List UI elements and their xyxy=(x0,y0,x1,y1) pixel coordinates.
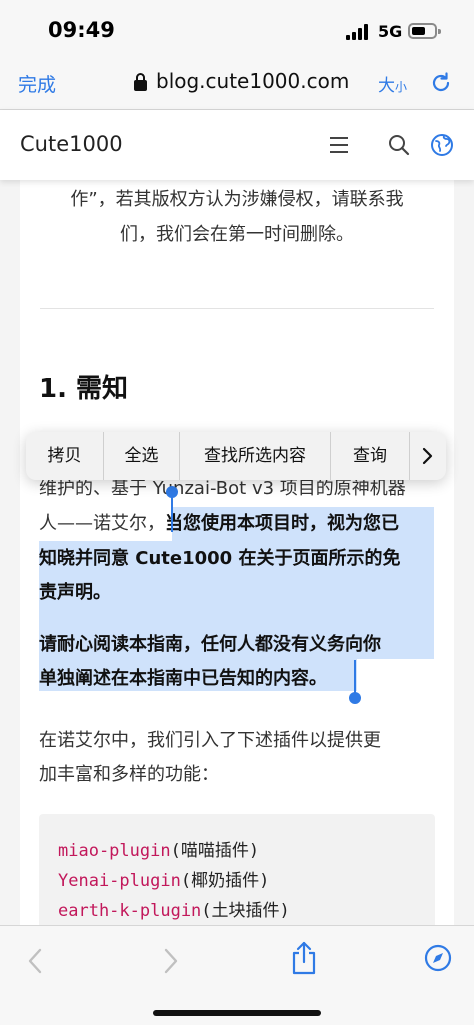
globe-icon[interactable] xyxy=(430,133,454,157)
code-line: Yenai-plugin(椰奶插件) xyxy=(58,866,269,891)
menu-next-chevron-icon[interactable] xyxy=(410,432,446,480)
plugin-desc: (喵喵插件) xyxy=(170,841,260,861)
para1-line3: 知晓并同意 Cute1000 在关于页面所示的免 xyxy=(39,548,401,569)
status-time: 09:49 xyxy=(48,18,115,42)
selection-start-caret xyxy=(171,492,173,532)
back-chevron-icon[interactable] xyxy=(26,948,44,974)
intro-line-1: 作”，若其版权方认为涉嫌侵权，请联系我 xyxy=(70,189,404,210)
site-header: Cute1000 xyxy=(0,110,474,180)
plugin-desc: (土块插件) xyxy=(201,901,290,921)
para2-line2: 单独阐述在本指南中已告知的内容。 xyxy=(39,668,327,689)
article-body: 作”，若其版权方认为涉嫌侵权，请联系我 们，我们会在第一时间删除。 1. 需知 … xyxy=(20,180,454,925)
plugin-desc: (椰奶插件) xyxy=(180,871,270,891)
home-indicator xyxy=(153,1010,321,1016)
network-type: 5G xyxy=(378,22,403,41)
reload-icon[interactable] xyxy=(429,71,453,95)
code-line: earth-k-plugin(土块插件) xyxy=(58,896,290,921)
share-icon[interactable] xyxy=(291,941,317,975)
plugin-name: earth-k-plugin xyxy=(58,901,202,921)
code-line: miao-plugin(喵喵插件) xyxy=(58,836,259,861)
para3-line2: 加丰富和多样的功能： xyxy=(39,764,219,785)
site-brand[interactable]: Cute1000 xyxy=(20,132,123,156)
para1-line2-bold: 当您使用本项目时，视为您已 xyxy=(165,513,399,534)
divider xyxy=(40,308,434,309)
find-selection-menu-item[interactable]: 查找所选内容 xyxy=(180,432,331,480)
para1-line4: 责声明。 xyxy=(39,582,111,603)
para1-line2: 人——诺艾尔，当您使用本项目时，视为您已 xyxy=(39,507,399,541)
text-size-small: 小 xyxy=(395,80,408,94)
plugin-name: Yenai-plugin xyxy=(58,871,181,891)
copy-menu-item[interactable]: 拷贝 xyxy=(26,432,104,480)
select-all-menu-item[interactable]: 全选 xyxy=(104,432,180,480)
battery-icon xyxy=(408,23,441,39)
search-icon[interactable] xyxy=(388,134,410,156)
lookup-menu-item[interactable]: 查询 xyxy=(331,432,410,480)
address-bar: 完成 blog.cute1000.com 大小 xyxy=(0,60,474,110)
status-bar: 09:49 5G xyxy=(0,0,474,60)
text-selection-menu: 拷贝 全选 查找所选内容 查询 xyxy=(26,432,446,480)
para3-line1: 在诺艾尔中，我们引入了下述插件以提供更 xyxy=(39,730,381,751)
intro-line-2: 们，我们会在第一时间删除。 xyxy=(120,224,354,245)
plugin-name: miao-plugin xyxy=(58,841,171,861)
forward-chevron-icon[interactable] xyxy=(162,948,180,974)
done-button[interactable]: 完成 xyxy=(18,70,56,97)
cellular-signal-icon xyxy=(346,24,370,40)
browser-toolbar xyxy=(0,925,474,1025)
url-field[interactable]: blog.cute1000.com xyxy=(156,69,349,93)
lock-icon xyxy=(133,73,148,91)
text-size-big: 大 xyxy=(378,76,395,96)
text-size-button[interactable]: 大小 xyxy=(378,71,407,96)
para1-line2-plain: 人——诺艾尔， xyxy=(39,513,165,534)
menu-icon[interactable] xyxy=(330,137,348,153)
code-block: miao-plugin(喵喵插件) Yenai-plugin(椰奶插件) ear… xyxy=(39,814,435,925)
selection-end-handle[interactable] xyxy=(349,692,361,704)
selection-end-caret xyxy=(354,660,356,696)
section-heading: 1. 需知 xyxy=(39,374,129,404)
compass-icon[interactable] xyxy=(424,944,452,972)
para2-line1: 请耐心阅读本指南，任何人都没有义务向你 xyxy=(39,634,381,655)
